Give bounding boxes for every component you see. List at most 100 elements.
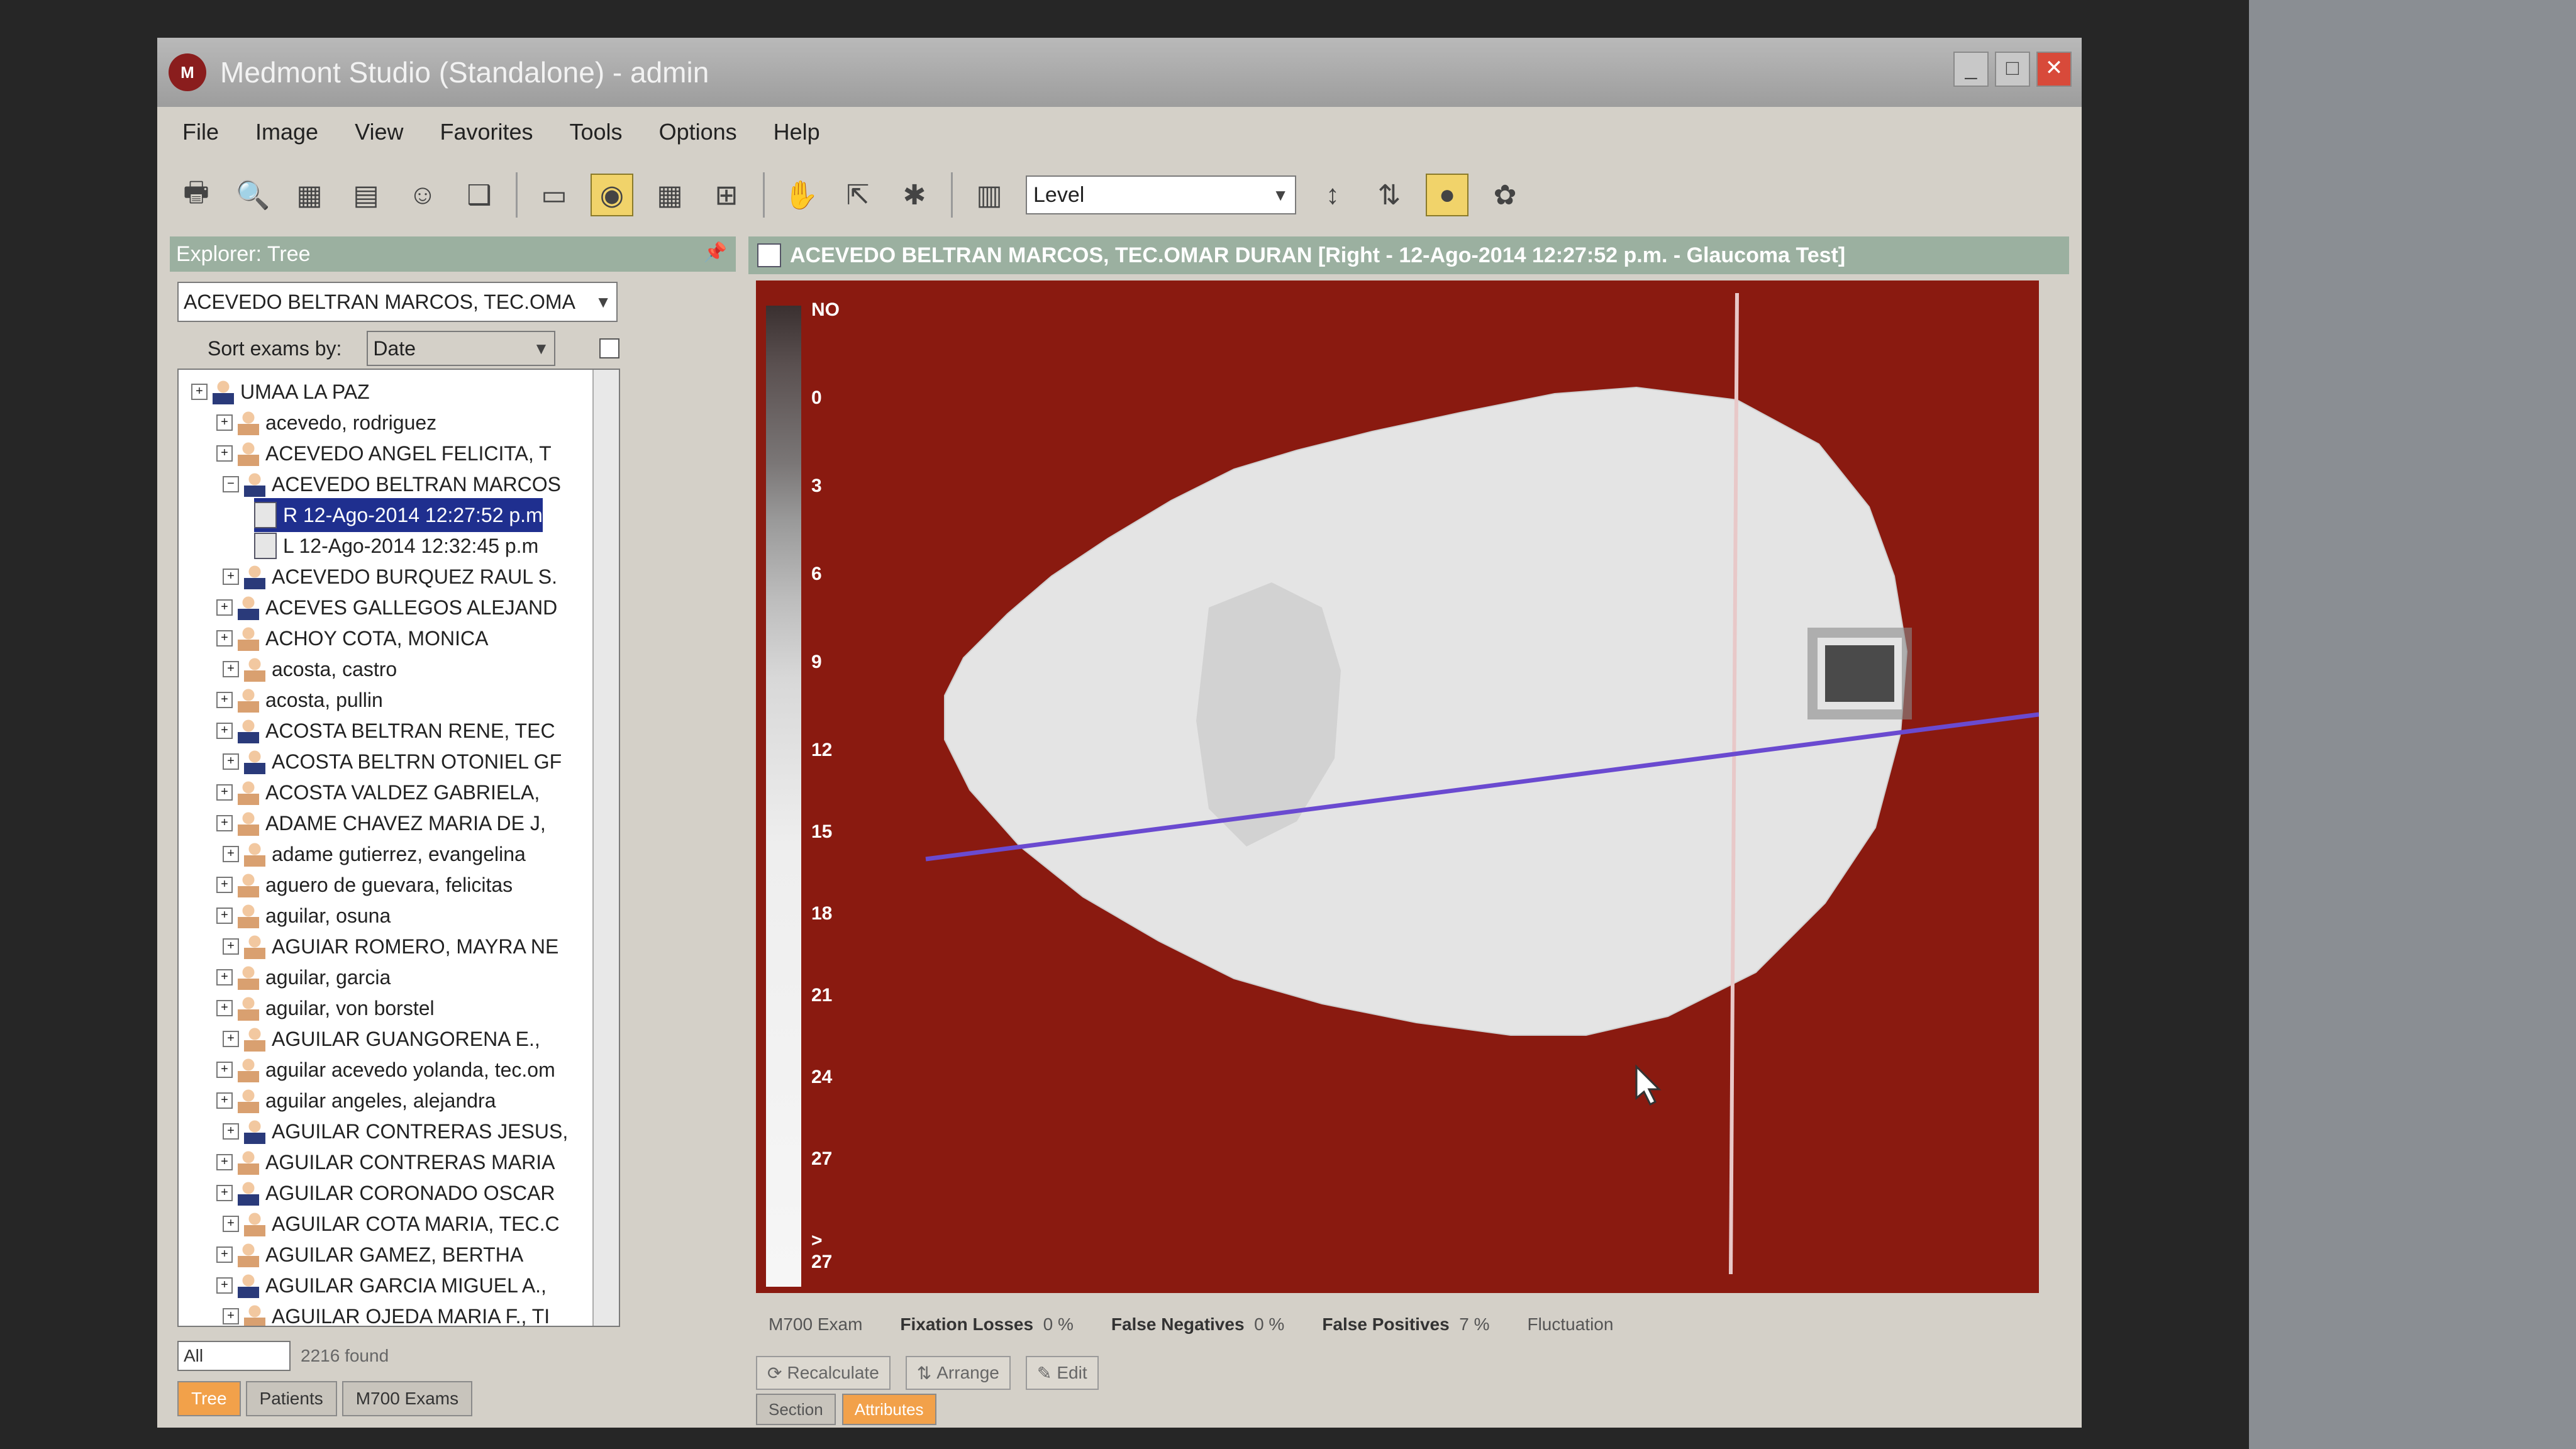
expand-icon[interactable]: + xyxy=(216,1062,233,1078)
menu-view[interactable]: View xyxy=(355,119,403,145)
patient-tree-item[interactable]: + aguilar, garcia xyxy=(216,960,391,994)
copy-icon[interactable]: ▦ xyxy=(289,175,330,215)
patient-tree-item[interactable]: + AGUILAR CONTRERAS JESUS, xyxy=(223,1114,568,1148)
arrange-button[interactable]: ⇅ Arrange xyxy=(905,1356,1011,1390)
pan-hand-icon[interactable]: ✋ xyxy=(781,175,821,215)
expand-icon[interactable]: + xyxy=(223,846,239,862)
patient-tree-item[interactable]: + ACEVEDO ANGEL FELICITA, T xyxy=(216,436,552,470)
patient-tree-item[interactable]: + AGUILAR CONTRERAS MARIA xyxy=(216,1145,555,1179)
analysis-icon[interactable]: ✱ xyxy=(894,175,935,215)
expand-icon[interactable]: + xyxy=(216,599,233,616)
patient-tree-item[interactable]: + AGUILAR COTA MARIA, TEC.C xyxy=(223,1207,560,1241)
sort-az-icon[interactable]: ↕ xyxy=(1313,175,1353,215)
expand-icon[interactable]: + xyxy=(223,569,239,585)
patient-tree-item[interactable]: + acevedo, rodriguez xyxy=(216,406,436,440)
expand-icon[interactable]: + xyxy=(216,784,233,801)
color-scale-icon[interactable]: ● xyxy=(1426,174,1468,216)
expand-icon[interactable]: + xyxy=(216,877,233,893)
recalculate-button[interactable]: ⟳ Recalculate xyxy=(756,1356,891,1390)
menu-favorites[interactable]: Favorites xyxy=(440,119,533,145)
patient-tree-item[interactable]: + ACOSTA BELTRN OTONIEL GF xyxy=(223,745,562,779)
expand-icon[interactable]: + xyxy=(216,414,233,431)
patient-tree-item[interactable]: + aguero de guevara, felicitas xyxy=(216,868,513,902)
tree-root[interactable]: + UMAA LA PAZ xyxy=(191,375,370,409)
menu-options[interactable]: Options xyxy=(659,119,737,145)
minimize-icon[interactable]: _ xyxy=(1953,52,1989,87)
expand-icon[interactable]: + xyxy=(216,1092,233,1109)
tab-section[interactable]: Section xyxy=(756,1394,836,1425)
patient-tree-item[interactable]: + AGUILAR CORONADO OSCAR xyxy=(216,1176,555,1210)
tab-tree[interactable]: Tree xyxy=(177,1381,241,1416)
export-icon[interactable]: ▤ xyxy=(346,175,386,215)
menu-tools[interactable]: Tools xyxy=(570,119,623,145)
patient-icon[interactable]: ☺ xyxy=(402,175,443,215)
tree-scrollbar[interactable] xyxy=(592,370,619,1326)
expand-icon[interactable]: + xyxy=(216,630,233,647)
expand-icon[interactable]: + xyxy=(223,1123,239,1140)
patient-tree-item[interactable]: + ACOSTA VALDEZ GABRIELA, xyxy=(216,775,540,809)
expand-icon[interactable]: + xyxy=(216,1277,233,1294)
patient-tree-item[interactable]: + ACHOY COTA, MONICA xyxy=(216,621,488,655)
expand-icon[interactable]: + xyxy=(223,1031,239,1047)
expand-icon[interactable]: + xyxy=(216,445,233,462)
menu-help[interactable]: Help xyxy=(774,119,820,145)
patient-tree-item[interactable]: + ACEVES GALLEGOS ALEJAND xyxy=(216,591,557,625)
expand-icon[interactable]: + xyxy=(223,753,239,770)
level-dropdown[interactable]: Level ▼ xyxy=(1026,175,1296,214)
patient-tree-item[interactable]: − ACEVEDO BELTRAN MARCOS xyxy=(223,467,561,501)
tab-attributes[interactable]: Attributes xyxy=(841,1394,936,1425)
filter-dropdown[interactable]: All xyxy=(177,1341,291,1371)
menu-file[interactable]: File xyxy=(182,119,219,145)
expand-icon[interactable]: + xyxy=(216,1185,233,1201)
close-icon[interactable]: ✕ xyxy=(2036,52,2072,87)
sort-dropdown[interactable]: Date ▼ xyxy=(367,331,556,366)
exam-tree-item[interactable]: R 12-Ago-2014 12:27:52 p.m xyxy=(254,498,543,532)
patient-tree-item[interactable]: + AGUILAR GUANGORENA E., xyxy=(223,1022,540,1056)
print-icon[interactable]: 🖶 xyxy=(176,175,216,215)
title-bar[interactable]: M Medmont Studio (Standalone) - admin _ … xyxy=(157,38,2082,107)
expand-icon[interactable]: + xyxy=(216,692,233,708)
maximize-icon[interactable]: □ xyxy=(1995,52,2030,87)
expand-icon[interactable]: + xyxy=(223,1216,239,1232)
print-preview-icon[interactable]: 🔍 xyxy=(233,175,273,215)
cursor-icon[interactable]: ⇱ xyxy=(838,175,878,215)
patient-tree-item[interactable]: + aguilar angeles, alejandra xyxy=(216,1084,496,1118)
patient-dropdown[interactable]: ACEVEDO BELTRAN MARCOS, TEC.OMA ▼ xyxy=(177,282,618,322)
edit-button[interactable]: ✎ Edit xyxy=(1025,1356,1099,1390)
expand-icon[interactable]: + xyxy=(216,1246,233,1263)
sort-za-icon[interactable]: ⇅ xyxy=(1369,175,1409,215)
expand-icon[interactable]: + xyxy=(216,969,233,985)
menu-image[interactable]: Image xyxy=(255,119,318,145)
pin-icon[interactable]: 📌 xyxy=(704,242,727,264)
sort-descending-checkbox[interactable] xyxy=(599,338,620,358)
patient-tree-item[interactable]: + aguilar, von borstel xyxy=(216,991,435,1025)
expand-icon[interactable]: + xyxy=(223,661,239,677)
expand-icon[interactable]: + xyxy=(223,938,239,955)
visual-field-plot[interactable]: NO 0 3 6 9 12 15 18 21 24 27 > 27 xyxy=(756,280,2039,1293)
exam-tree-item[interactable]: L 12-Ago-2014 12:32:45 p.m xyxy=(254,529,538,563)
tulip-icon[interactable]: ✿ xyxy=(1485,175,1525,215)
patient-tree-item[interactable]: + acosta, castro xyxy=(223,652,397,686)
expand-icon[interactable]: + xyxy=(216,815,233,831)
expand-icon[interactable]: + xyxy=(216,908,233,924)
tab-m700-exams[interactable]: M700 Exams xyxy=(341,1381,473,1416)
grid-view-icon[interactable]: ▦ xyxy=(650,175,690,215)
patient-tree-item[interactable]: + acosta, pullin xyxy=(216,683,383,717)
expand-icon[interactable]: + xyxy=(216,723,233,739)
view-field-icon[interactable]: ◉ xyxy=(591,174,633,216)
window-icon[interactable]: ▭ xyxy=(534,175,574,215)
book-icon[interactable]: ❑ xyxy=(459,175,499,215)
patient-tree-item[interactable]: + AGUILAR OJEDA MARIA F., TI xyxy=(223,1299,550,1326)
patient-tree-item[interactable]: + ADAME CHAVEZ MARIA DE J, xyxy=(216,806,546,840)
table-icon[interactable]: ▥ xyxy=(969,175,1009,215)
patient-tree-item[interactable]: + AGUILAR GAMEZ, BERTHA xyxy=(216,1238,523,1272)
expand-icon[interactable]: + xyxy=(191,384,208,400)
expand-icon[interactable]: + xyxy=(216,1000,233,1016)
patient-tree-item[interactable]: + AGUIAR ROMERO, MAYRA NE xyxy=(223,930,558,963)
tab-patients[interactable]: Patients xyxy=(245,1381,337,1416)
expand-icon[interactable]: + xyxy=(223,1308,239,1324)
patient-tree-item[interactable]: + ACEVEDO BURQUEZ RAUL S. xyxy=(223,560,557,594)
expand-icon[interactable]: − xyxy=(223,476,239,492)
patient-tree-item[interactable]: + ACOSTA BELTRAN RENE, TEC xyxy=(216,714,555,748)
compare-icon[interactable]: ⊞ xyxy=(706,175,747,215)
